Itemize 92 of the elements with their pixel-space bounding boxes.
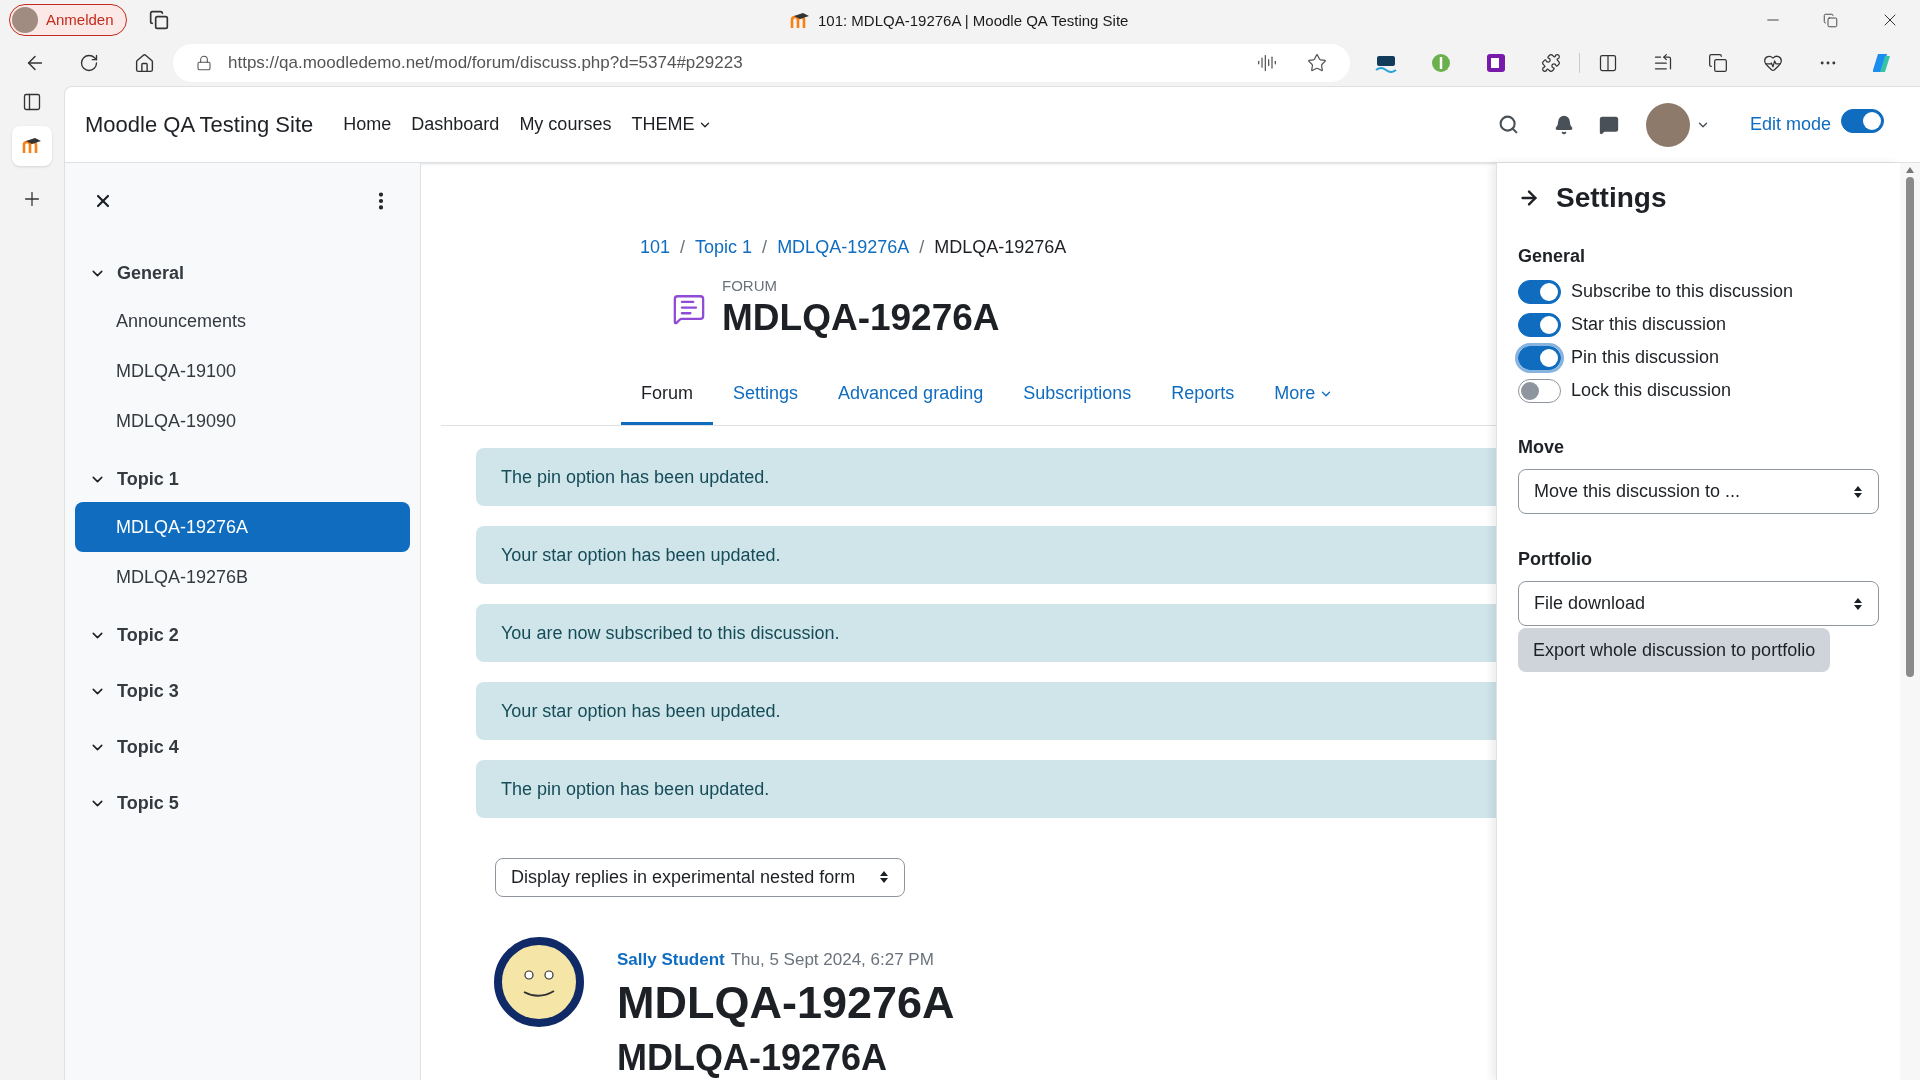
url-text: https://qa.moodledemo.net/mod/forum/discuss.php?d=5374#p29223 [228,52,743,75]
messages-icon[interactable] [1598,114,1619,135]
extensions-icon[interactable] [1541,53,1561,73]
display-mode-select[interactable]: Display replies in experimental nested form [495,858,905,897]
toggle-label: Pin this discussion [1571,346,1720,369]
breadcrumb-separator: / [680,236,686,259]
post-heading: MDLQA-19276A [617,1036,889,1080]
smiley-avatar-icon [494,936,584,1027]
breadcrumb-link[interactable]: MDLQA-19276A [777,234,910,261]
breadcrumb-link[interactable]: 101 [640,234,671,261]
split-screen-icon[interactable] [1598,53,1618,73]
nav-tab[interactable]: Subscriptions [1003,365,1152,425]
section-heading[interactable]: Topic 4 [65,724,420,770]
nav-tab[interactable]: Settings [713,365,819,425]
home-icon[interactable] [134,52,155,74]
alert-message: Your star option has been updated. [476,682,1496,740]
nav-link[interactable]: THEME [631,111,713,138]
post-date: Thu, 5 Sept 2024, 6:27 PM [730,948,934,971]
sort-caret-icon [1853,596,1863,611]
nav-tab[interactable]: More [1254,365,1354,425]
site-logo-icon [22,138,42,154]
scrollbar-thumb[interactable] [1906,177,1914,677]
collections-icon[interactable] [1708,53,1728,73]
post-subject: MDLQA-19276A [617,976,955,1030]
course-index-item[interactable]: MDLQA-19276B [75,552,410,602]
course-index-item[interactable]: MDLQA-19090 [75,396,410,446]
forum-icon [672,292,706,326]
toggle-switch[interactable] [1518,312,1561,337]
restore-icon[interactable] [1823,12,1838,28]
course-index-item[interactable]: MDLQA-19276A [75,502,410,552]
alert-message: Your star option has been updated. [476,526,1496,584]
section-heading: General [1518,245,1587,268]
course-index-item[interactable]: MDLQA-19100 [75,346,410,396]
lock-icon [196,55,212,71]
section-heading: Portfolio [1518,548,1593,571]
toggle-switch[interactable] [1518,279,1561,304]
activity-type-label: FORUM [722,277,778,295]
breadcrumb-link[interactable]: Topic 1 [695,234,753,261]
nav-tab[interactable]: Forum [621,365,713,425]
edit-mode-toggle[interactable] [1841,109,1884,133]
toggle-switch[interactable] [1518,345,1561,370]
toggle-label: Star this discussion [1571,313,1727,336]
portfolio-select[interactable]: File download [1518,581,1879,626]
audio-icon[interactable] [1257,53,1277,73]
section-heading: Move [1518,436,1565,459]
profile-button[interactable]: Anmelden [9,4,127,36]
section-heading[interactable]: Topic 3 [65,668,420,714]
export-button[interactable]: Export whole discussion to portfolio [1518,628,1831,672]
alert-message: You are now subscribed to this discussion. [476,604,1496,662]
notifications-icon[interactable] [1553,114,1574,135]
move-select[interactable]: Move this discussion to ... [1518,469,1879,514]
section-heading[interactable]: General [65,250,420,296]
site-logo-icon [790,13,810,30]
scroll-up-icon[interactable] [1906,167,1914,173]
section-heading[interactable]: Topic 2 [65,612,420,658]
nav-tab[interactable]: Advanced grading [818,365,1004,425]
shield-extension-icon[interactable] [1431,53,1451,73]
address-bar[interactable]: https://qa.moodledemo.net/mod/forum/discuss.php?d=5374#p29223 [173,44,1350,82]
sort-caret-icon [879,870,889,885]
health-icon[interactable] [1763,53,1783,73]
breadcrumb-current[interactable]: MDLQA-19276A [934,234,1067,261]
section-heading[interactable]: Topic 5 [65,780,420,826]
site-name[interactable]: Moodle QA Testing Site [85,108,314,141]
edit-mode-label: Edit mode [1749,113,1831,136]
alert-message: The pin option has been updated. [476,760,1496,818]
pinned-tab[interactable] [12,126,52,166]
breadcrumb-separator: / [762,236,768,259]
nav-link[interactable]: Dashboard [411,111,500,138]
notebook-extension-icon[interactable] [1486,53,1506,73]
star-icon[interactable] [1307,53,1327,73]
sort-caret-icon [1853,484,1863,499]
nav-link[interactable]: Home [343,111,392,138]
profile-avatar [12,7,38,33]
nav-tab[interactable]: Reports [1151,365,1255,425]
toggle-label: Subscribe to this discussion [1571,280,1794,303]
nav-link[interactable]: My courses [519,111,612,138]
section-heading[interactable]: Topic 1 [65,456,420,502]
tab-actions-icon[interactable] [148,10,169,30]
breadcrumb-separator: / [919,236,925,259]
extension-icon[interactable] [1375,53,1397,73]
course-index-item[interactable]: Announcements [75,296,410,346]
page-title: MDLQA-19276A [722,296,1000,340]
alert-message: The pin option has been updated. [476,448,1496,506]
tab-title[interactable]: 101: MDLQA-19276A | Moodle QA Testing Site [818,10,1129,33]
reload-icon[interactable] [79,53,99,73]
toggle-switch[interactable] [1518,378,1561,403]
author-link[interactable]: Sally Student [617,946,725,972]
sidebar-toggle-icon[interactable] [22,92,42,112]
panel-title: Settings [1556,181,1667,215]
search-icon[interactable] [1497,114,1519,135]
toggle-label: Lock this discussion [1571,379,1732,402]
scrollbar[interactable] [1900,163,1920,1080]
